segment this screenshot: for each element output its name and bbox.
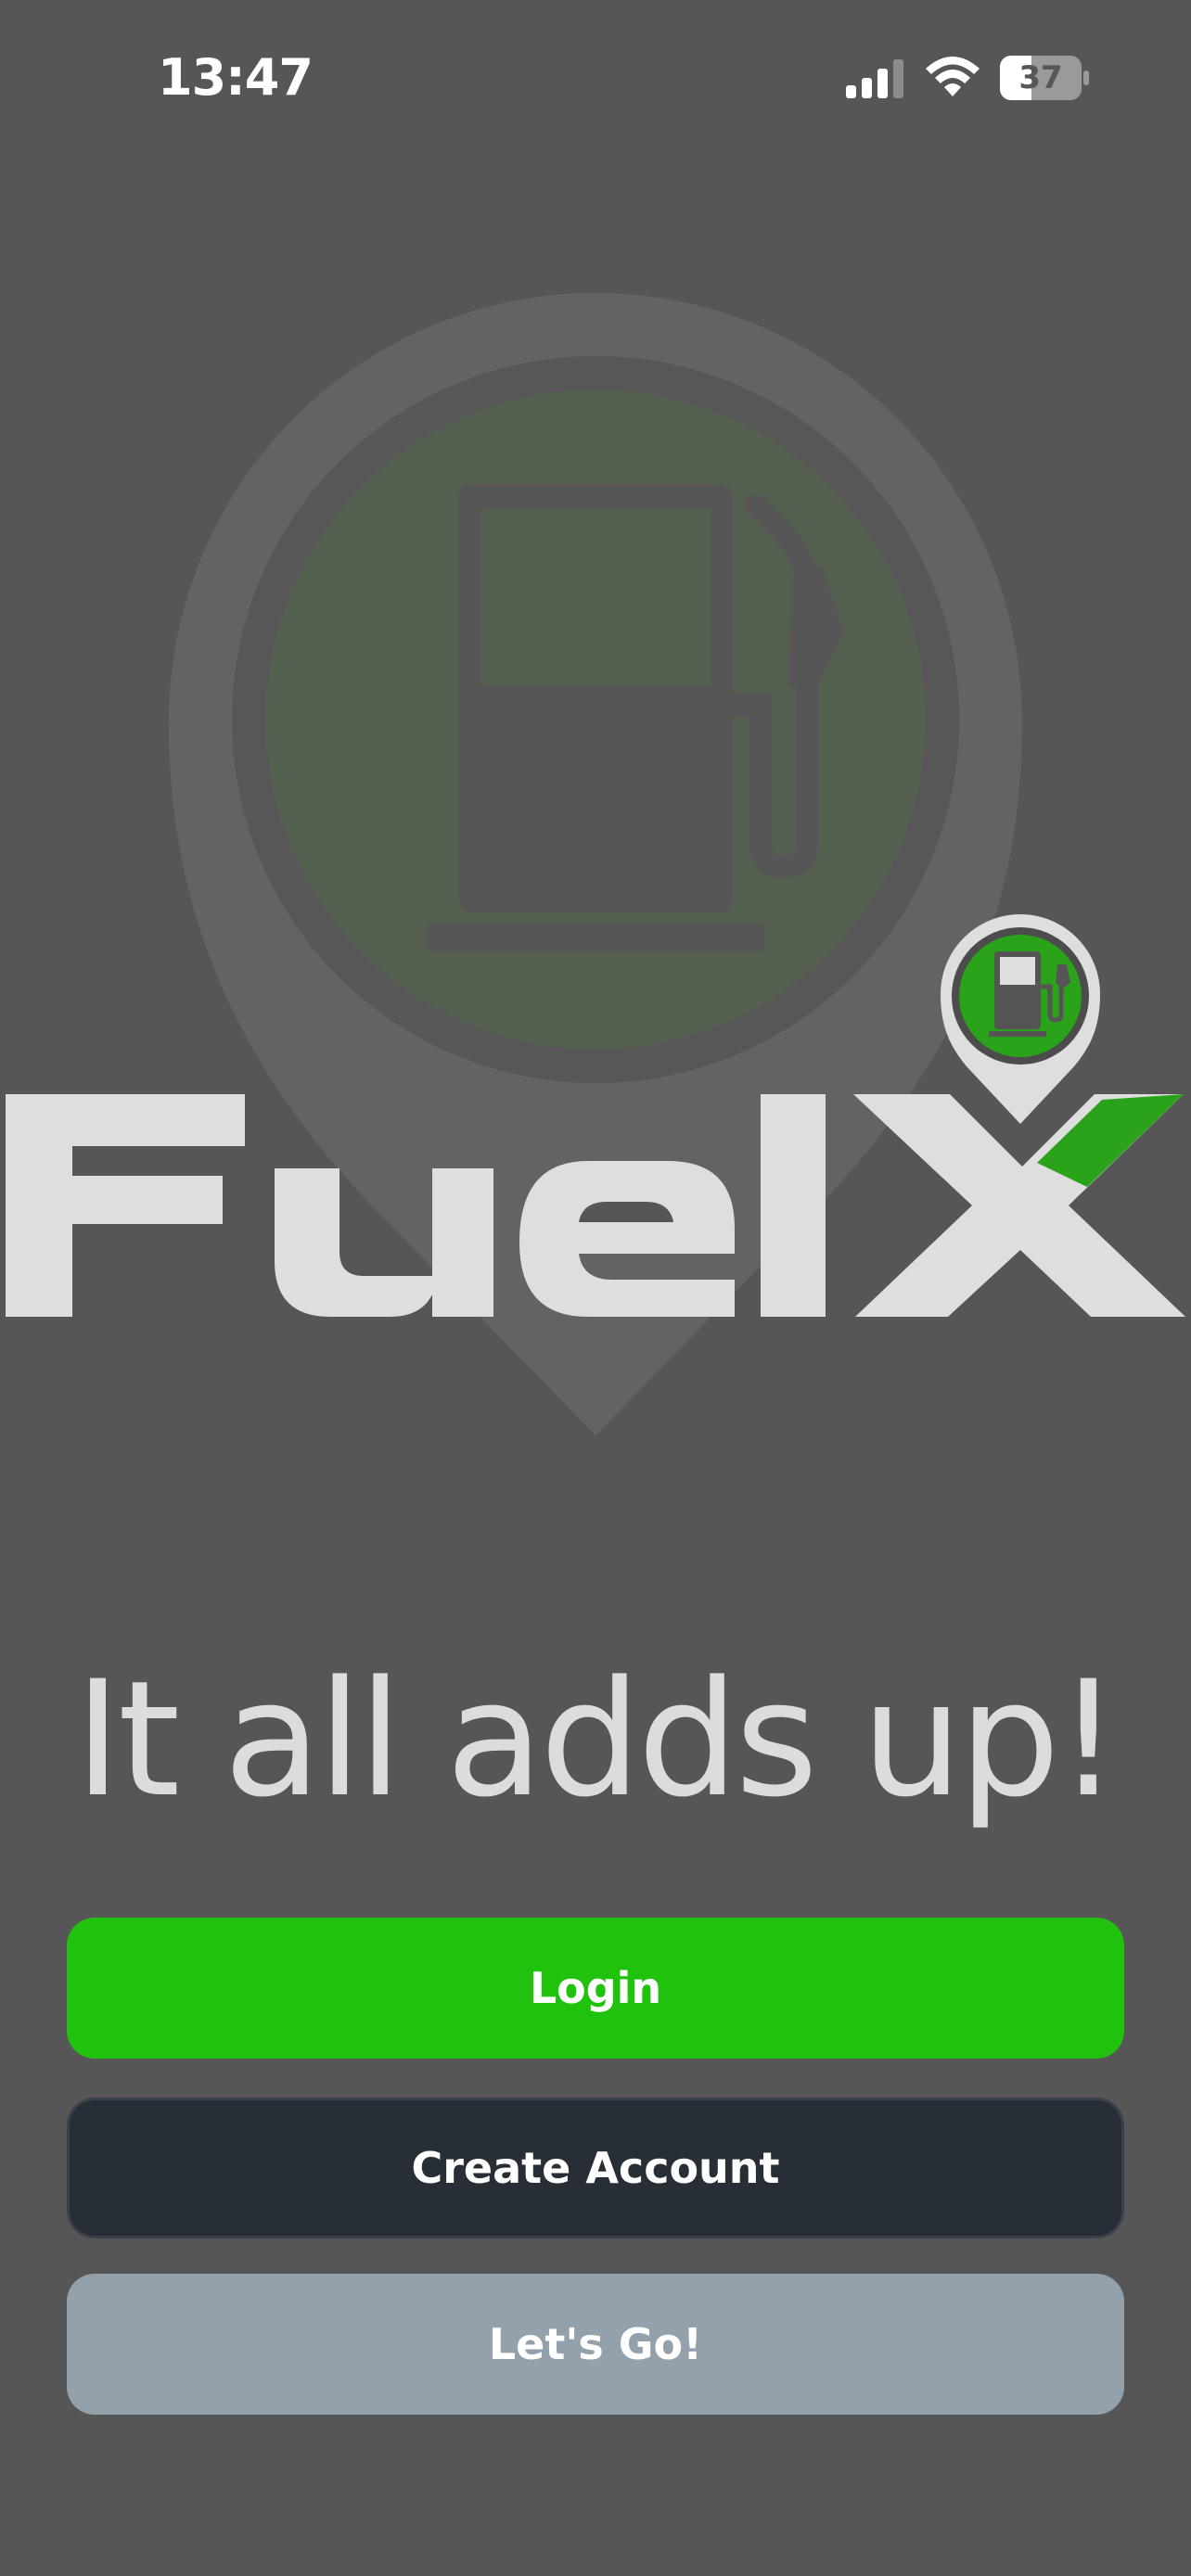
login-button-label: Login bbox=[529, 1963, 662, 2013]
create-account-button[interactable]: Create Account bbox=[67, 2098, 1124, 2238]
lets-go-button[interactable]: Let's Go! bbox=[67, 2274, 1124, 2415]
create-account-button-label: Create Account bbox=[411, 2143, 780, 2193]
status-bar: 13:47 37 bbox=[0, 0, 1191, 158]
battery-level: 37 bbox=[1018, 59, 1063, 96]
lets-go-button-label: Let's Go! bbox=[488, 2319, 703, 2369]
signal-icon bbox=[846, 59, 903, 98]
fuelx-logo bbox=[6, 914, 1185, 1317]
wifi-icon bbox=[926, 57, 980, 96]
battery-icon: 37 bbox=[1000, 56, 1089, 100]
login-button[interactable]: Login bbox=[67, 1918, 1124, 2059]
status-time: 13:47 bbox=[158, 48, 314, 107]
welcome-screen: 13:47 37 It all adds up! Login Create Ac… bbox=[0, 0, 1191, 2576]
tagline: It all adds up! bbox=[74, 1646, 1121, 1832]
